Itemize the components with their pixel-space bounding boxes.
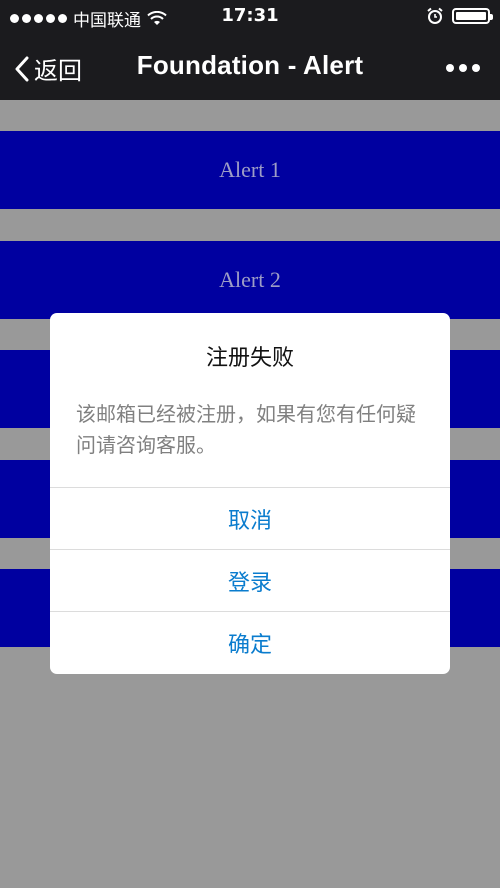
battery-icon (452, 8, 493, 24)
alert-dialog: 注册失败 该邮箱已经被注册，如果有您有任何疑问请咨询客服。 取消 登录 确定 (50, 313, 450, 674)
alert-2-button[interactable]: Alert 2 (0, 241, 500, 319)
cancel-button[interactable]: 取消 (50, 487, 450, 549)
status-bar: 中国联通 17:31 (0, 0, 500, 34)
top-bar: 中国联通 17:31 返回 Foundation - Alert (0, 0, 500, 100)
more-dots-icon[interactable] (446, 64, 480, 72)
alarm-icon (427, 7, 443, 24)
status-time: 17:31 (221, 5, 279, 26)
confirm-button[interactable]: 确定 (50, 611, 450, 673)
dialog-message: 该邮箱已经被注册，如果有您有任何疑问请咨询客服。 (76, 402, 416, 457)
navigation-bar: 返回 Foundation - Alert (0, 34, 500, 100)
page-title: Foundation - Alert (136, 50, 364, 80)
status-right (426, 7, 493, 25)
login-button[interactable]: 登录 (50, 549, 450, 611)
dialog-title: 注册失败 (205, 346, 294, 371)
alert-1-button[interactable]: Alert 1 (0, 131, 500, 209)
